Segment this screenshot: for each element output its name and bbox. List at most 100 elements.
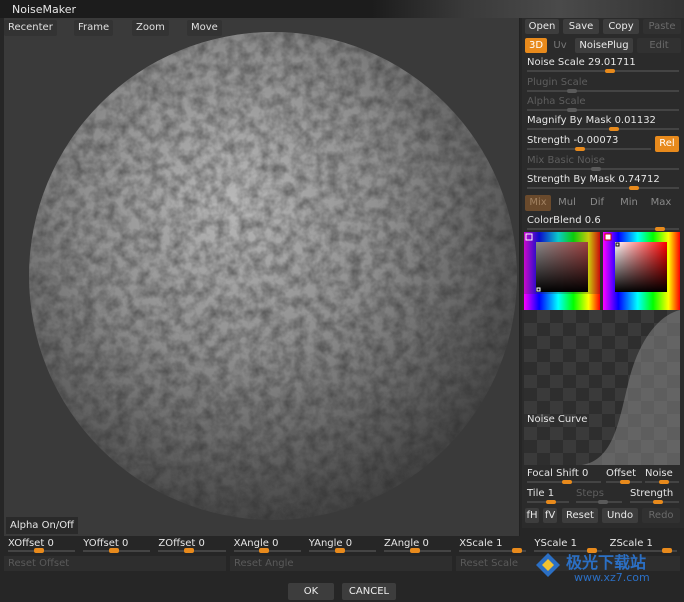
noise-slider[interactable]: Noise: [643, 467, 681, 485]
slider-knob[interactable]: [566, 89, 577, 93]
alpha-on-off-button[interactable]: Alpha On/Off: [6, 517, 78, 534]
strength-by-mask-label: Strength By Mask 0.74712: [527, 174, 660, 185]
curve-undo-button[interactable]: Undo: [602, 508, 638, 523]
mix-basic-noise-slider[interactable]: Mix Basic Noise: [525, 154, 681, 172]
magnify-by-mask-slider[interactable]: Magnify By Mask 0.01132: [525, 114, 681, 132]
ok-button[interactable]: OK: [288, 583, 334, 600]
watermark-title: 极光下载站: [566, 553, 647, 572]
slider-knob[interactable]: [659, 480, 670, 484]
window-title: NoiseMaker: [12, 3, 77, 16]
strength-label: Strength -0.00073: [527, 135, 619, 146]
copy-button[interactable]: Copy: [603, 19, 639, 34]
slider-knob[interactable]: [33, 548, 44, 553]
slider-knob[interactable]: [108, 548, 119, 553]
slider-knob[interactable]: [654, 227, 665, 231]
blend-mul-button[interactable]: Mul: [554, 195, 580, 211]
offset-slider[interactable]: Offset: [604, 467, 644, 485]
slider-knob[interactable]: [562, 480, 573, 484]
blend-mix-button[interactable]: Mix: [525, 195, 551, 211]
slider-knob[interactable]: [620, 480, 631, 484]
curve-redo-button[interactable]: Redo: [642, 508, 680, 523]
yoffset-label: YOffset 0: [83, 538, 129, 549]
slider-knob[interactable]: [259, 548, 270, 553]
mode-uv-button[interactable]: Uv: [550, 38, 570, 53]
preview-viewport[interactable]: Recenter Frame Zoom Move Alpha On/Off: [4, 18, 520, 536]
yoffset-slider[interactable]: YOffset 0: [79, 536, 152, 554]
noise-settings-panel: Open Save Copy Paste 3D Uv NoisePlug Edi…: [522, 18, 684, 528]
strength-by-mask-slider[interactable]: Strength By Mask 0.74712: [525, 173, 681, 191]
xscale-label: XScale 1: [459, 538, 503, 549]
mode-3d-button[interactable]: 3D: [525, 38, 547, 53]
save-button[interactable]: Save: [563, 19, 599, 34]
watermark-url: www.xz7.com: [574, 571, 650, 584]
title-bar-decoration: [372, 0, 684, 18]
yangle-slider[interactable]: YAngle 0: [305, 536, 378, 554]
slider-track: [527, 187, 679, 189]
xoffset-slider[interactable]: XOffset 0: [4, 536, 77, 554]
xangle-label: XAngle 0: [233, 538, 279, 549]
slider-knob[interactable]: [609, 127, 620, 131]
zoffset-slider[interactable]: ZOffset 0: [154, 536, 227, 554]
plugin-scale-slider[interactable]: Plugin Scale: [525, 76, 681, 94]
cancel-button[interactable]: CANCEL: [342, 583, 396, 600]
noise-scale-label: Noise Scale 29.01711: [527, 57, 636, 68]
colorblend-slider[interactable]: ColorBlend 0.6: [525, 214, 681, 232]
noise-curve-graph[interactable]: [524, 310, 680, 465]
mix-basic-noise-label: Mix Basic Noise: [527, 155, 605, 166]
slider-track: [527, 148, 651, 150]
slider-knob[interactable]: [511, 548, 522, 553]
reset-angle-button[interactable]: Reset Angle: [230, 556, 452, 571]
slider-knob[interactable]: [334, 548, 345, 553]
slider-track: [527, 90, 679, 92]
edit-button[interactable]: Edit: [637, 38, 681, 53]
magnify-by-mask-label: Magnify By Mask 0.01132: [527, 115, 656, 126]
zangle-label: ZAngle 0: [384, 538, 429, 549]
slider-knob[interactable]: [409, 548, 420, 553]
noise-curve-label: Noise Curve: [527, 414, 588, 425]
color-picker-right[interactable]: [603, 232, 680, 310]
noise-curve-editor[interactable]: Noise Curve: [524, 310, 680, 465]
slider-knob[interactable]: [184, 548, 195, 553]
curve-reset-button[interactable]: Reset: [562, 508, 598, 523]
noiseplug-button[interactable]: NoisePlug: [575, 38, 633, 53]
slider-knob[interactable]: [590, 167, 601, 171]
slider-knob[interactable]: [605, 69, 616, 73]
yscale-label: YScale 1: [534, 538, 577, 549]
noise-sphere-preview[interactable]: [28, 31, 518, 521]
slider-knob[interactable]: [574, 147, 585, 151]
color-pickers[interactable]: [524, 232, 680, 310]
open-button[interactable]: Open: [525, 19, 559, 34]
noise-scale-slider[interactable]: Noise Scale 29.01711: [525, 56, 681, 74]
rel-button[interactable]: Rel: [655, 136, 679, 152]
zscale-label: ZScale 1: [609, 538, 653, 549]
steps-slider[interactable]: Steps: [574, 487, 624, 505]
alpha-scale-slider[interactable]: Alpha Scale: [525, 95, 681, 113]
zoffset-label: ZOffset 0: [158, 538, 205, 549]
flip-horizontal-button[interactable]: fH: [525, 508, 539, 523]
xangle-slider[interactable]: XAngle 0: [230, 536, 303, 554]
slider-track: [527, 70, 679, 72]
reset-offset-button[interactable]: Reset Offset: [4, 556, 226, 571]
watermark-logo-icon: [536, 553, 560, 577]
focal-shift-slider[interactable]: Focal Shift 0: [525, 467, 603, 485]
transform-controls: XOffset 0 YOffset 0 ZOffset 0 XAngle 0 YAngl…: [0, 536, 684, 602]
paste-button[interactable]: Paste: [643, 19, 681, 34]
blend-max-button[interactable]: Max: [648, 195, 674, 211]
flip-vertical-button[interactable]: fV: [543, 508, 557, 523]
zangle-slider[interactable]: ZAngle 0: [380, 536, 453, 554]
plugin-scale-label: Plugin Scale: [527, 77, 588, 88]
color-picker-left[interactable]: [524, 232, 600, 310]
slider-knob[interactable]: [566, 108, 577, 112]
blend-min-button[interactable]: Min: [616, 195, 642, 211]
tile-slider[interactable]: Tile 1: [525, 487, 571, 505]
strength-curve-slider[interactable]: Strength: [628, 487, 681, 505]
strength-slider[interactable]: Strength -0.00073: [525, 134, 653, 152]
yangle-label: YAngle 0: [308, 538, 353, 549]
slider-knob[interactable]: [629, 186, 640, 190]
slider-knob[interactable]: [546, 500, 557, 504]
slider-knob[interactable]: [597, 500, 608, 504]
xscale-slider[interactable]: XScale 1: [455, 536, 528, 554]
slider-knob[interactable]: [653, 500, 664, 504]
blend-dif-button[interactable]: Dif: [584, 195, 610, 211]
slider-track: [527, 168, 679, 170]
